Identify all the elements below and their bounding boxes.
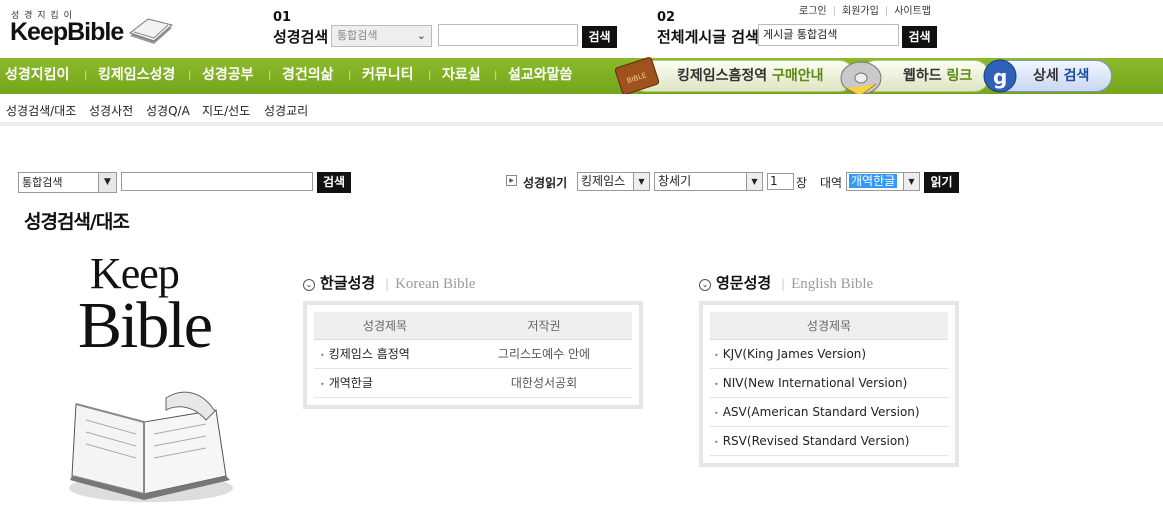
site-logo[interactable]: KeepBible xyxy=(10,18,124,47)
table-row[interactable]: • KJV(King James Version) xyxy=(710,340,948,369)
bible-search-button[interactable]: 검색 xyxy=(582,26,617,48)
nav-item-study[interactable]: 성경공부 xyxy=(202,58,254,92)
table-row[interactable]: • ASV(American Standard Version) xyxy=(710,398,948,427)
column-title: 성경제목 xyxy=(362,319,408,333)
nav-item-guardian[interactable]: 성경지킴이 xyxy=(5,58,69,92)
subnav-maps[interactable]: 지도/선도 xyxy=(202,102,250,119)
bible-search-input[interactable] xyxy=(438,24,578,46)
chevron-down-icon: ▼ xyxy=(746,173,762,190)
chapter-input[interactable]: 1 xyxy=(767,173,794,190)
english-bible-table: 성경제목 • KJV(King James Version) • NIV(New I… xyxy=(699,301,959,467)
sitemap-link[interactable]: 사이트맵 xyxy=(888,6,937,17)
nav-divider: | xyxy=(494,70,498,81)
search-logo-icon: g xyxy=(982,58,1022,97)
post-search-button[interactable]: 검색 xyxy=(902,26,937,48)
nav-item-sermons[interactable]: 설교와말씀 xyxy=(508,58,572,92)
chevron-down-icon: ⌄ xyxy=(699,279,711,291)
column-copyright: 저작권 xyxy=(527,319,561,333)
search-type-select[interactable]: 통합검색 ▼ xyxy=(18,172,117,193)
section-number-2: 02 xyxy=(657,10,676,25)
nav-item-archive[interactable]: 자료실 xyxy=(442,58,481,92)
top-links: 로그인 | 회원가입 | 사이트맵 xyxy=(793,2,937,17)
nav-item-devotion[interactable]: 경건의삶 xyxy=(282,58,334,92)
subnav-bible-search[interactable]: 성경검색/대조 xyxy=(6,102,76,119)
page-title: 성경검색/대조 xyxy=(24,211,130,233)
english-bible-heading: ⌄ 영문성경 | English Bible xyxy=(699,272,873,293)
read-button[interactable]: 읽기 xyxy=(924,172,959,193)
post-search-label: 전체게시글 검색 xyxy=(657,28,759,46)
chevron-down-icon: ⌄ xyxy=(416,29,426,42)
section-number-1: 01 xyxy=(273,10,292,25)
table-row[interactable]: • 킹제임스 흠정역 그리스도예수 안에 xyxy=(314,340,632,369)
bible-search-type-select[interactable]: 통합검색 ⌄ xyxy=(331,25,432,47)
table-row[interactable]: • NIV(New International Version) xyxy=(710,369,948,398)
book-select[interactable]: 창세기 ▼ xyxy=(654,172,763,191)
nav-divider: | xyxy=(268,70,272,81)
side-logo-keep: Keep xyxy=(90,249,180,298)
table-row[interactable]: • 개역한글 대한성서공회 xyxy=(314,369,632,398)
compare-version-select[interactable]: 개역한글 ▼ xyxy=(846,172,920,191)
nav-divider: | xyxy=(348,70,352,81)
subnav-dictionary[interactable]: 성경사전 xyxy=(89,102,133,119)
version-select[interactable]: 킹제임스 ▼ xyxy=(577,172,650,191)
svg-text:g: g xyxy=(993,65,1007,89)
bible-title[interactable]: 킹제임스 흠정역 xyxy=(329,347,410,361)
table-header: 성경제목 xyxy=(710,312,948,340)
nav-divider: | xyxy=(84,70,88,81)
side-logo-bible: Bible xyxy=(78,289,213,362)
korean-bible-heading: ⌄ 한글성경 | Korean Bible xyxy=(303,272,475,293)
sub-nav: 성경검색/대조 성경사전 성경Q/A 지도/선도 성경교리 xyxy=(0,94,1163,126)
search-button[interactable]: 검색 xyxy=(317,172,351,193)
bible-read-label: 성경읽기 xyxy=(523,176,568,190)
table-header: 성경제목 저작권 xyxy=(314,312,632,340)
nav-divider: | xyxy=(428,70,432,81)
nav-item-kjv[interactable]: 킹제임스성경 xyxy=(98,58,175,92)
table-row[interactable]: • RSV(Revised Standard Version) xyxy=(710,427,948,456)
open-book-icon xyxy=(66,370,236,513)
korean-bible-table: 성경제목 저작권 • 킹제임스 흠정역 그리스도예수 안에 • 개역한글 대한성서공… xyxy=(303,301,643,409)
bible-title[interactable]: NIV(New International Version) xyxy=(723,376,908,390)
chevron-down-icon: ▼ xyxy=(633,173,649,190)
chapter-unit: 장 xyxy=(796,176,808,190)
nav-item-community[interactable]: 커뮤니티 xyxy=(362,58,414,92)
bible-title[interactable]: RSV(Revised Standard Version) xyxy=(723,434,910,448)
bible-copyright: 대한성서공회 xyxy=(510,376,578,390)
chevron-down-icon: ⌄ xyxy=(303,279,315,291)
post-search-input[interactable]: 게시글 통합검색 xyxy=(758,24,899,46)
compare-label: 대역 xyxy=(820,176,843,190)
nav-divider: | xyxy=(188,70,192,81)
bible-search-label: 성경검색 xyxy=(273,28,329,46)
subnav-doctrine[interactable]: 성경교리 xyxy=(264,102,308,119)
book-logo-icon xyxy=(128,14,174,51)
bible-title[interactable]: ASV(American Standard Version) xyxy=(723,405,920,419)
signup-link[interactable]: 회원가입 xyxy=(836,6,885,17)
subnav-qa[interactable]: 성경Q/A xyxy=(146,102,190,119)
chevron-down-icon: ▼ xyxy=(98,173,116,192)
search-input[interactable] xyxy=(121,172,313,191)
play-arrow-icon: ▶ xyxy=(506,175,517,186)
login-link[interactable]: 로그인 xyxy=(793,6,833,17)
bible-title[interactable]: 개역한글 xyxy=(329,376,373,390)
chevron-down-icon: ▼ xyxy=(903,173,919,190)
bible-title[interactable]: KJV(King James Version) xyxy=(723,347,866,361)
bible-copyright: 그리스도예수 안에 xyxy=(497,347,591,361)
